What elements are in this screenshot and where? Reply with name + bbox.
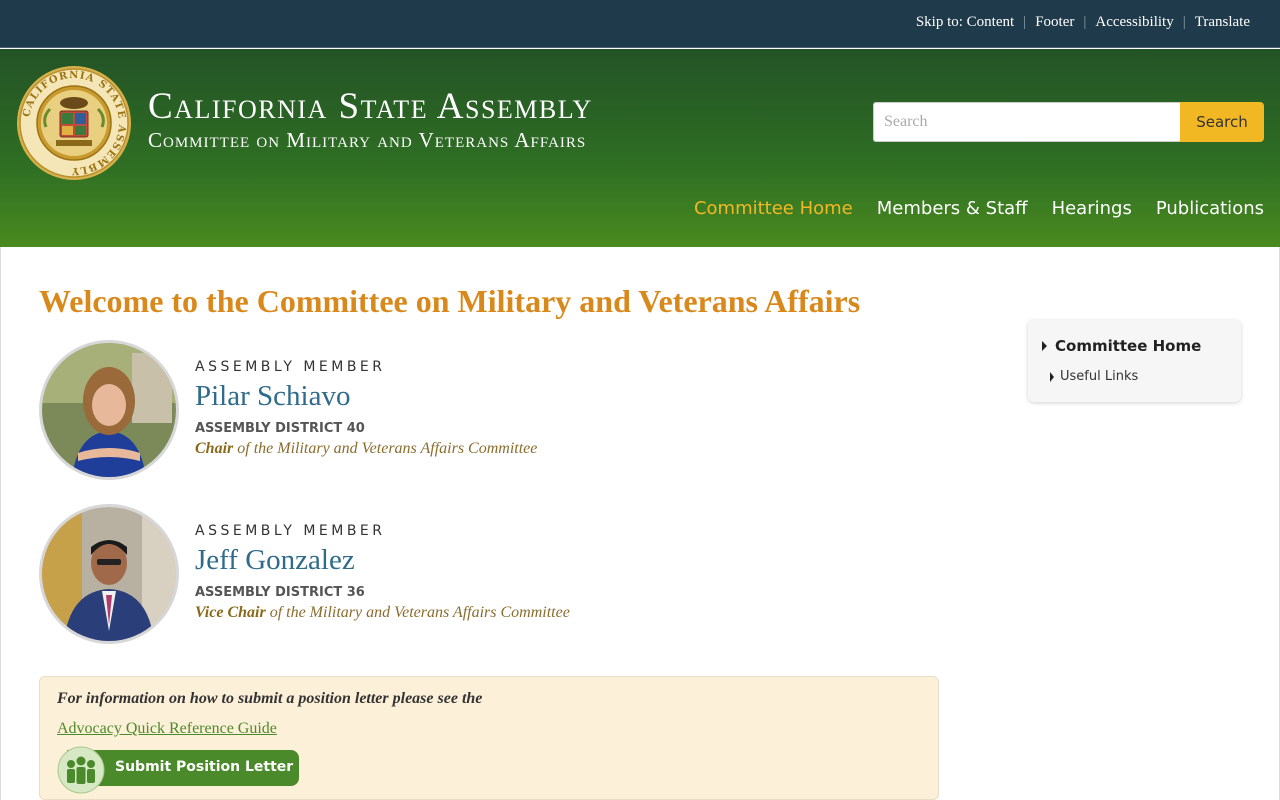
site-header: CALIFORNIA STATE ASSEMBLY California Sta…	[0, 49, 1280, 247]
sidebar-item-useful-links[interactable]: Useful Links	[1050, 369, 1138, 384]
member-role: ASSEMBLY MEMBER	[195, 523, 386, 539]
member-position-title: Vice Chair	[195, 604, 266, 621]
position-letter-info-text: For information on how to submit a posit…	[57, 690, 483, 707]
member-photo-image	[42, 343, 176, 477]
member-district: ASSEMBLY DISTRICT 40	[195, 421, 365, 436]
utility-bar: Skip to: Content | Footer | Accessibilit…	[0, 0, 1280, 48]
caret-right-icon	[1042, 341, 1047, 351]
separator: |	[1182, 14, 1186, 30]
nav-publications[interactable]: Publications	[1156, 198, 1264, 219]
member-position-suffix: of the Military and Veterans Affairs Com…	[265, 604, 570, 621]
submit-button-label: Submit Position Letter	[115, 759, 294, 775]
caret-right-icon	[1050, 371, 1054, 382]
member-card: ASSEMBLY MEMBER Pilar Schiavo ASSEMBLY D…	[39, 340, 739, 480]
member-photo[interactable]	[39, 340, 179, 480]
member-name[interactable]: Pilar Schiavo	[195, 380, 350, 413]
search-input[interactable]	[873, 102, 1180, 142]
separator: |	[1023, 14, 1027, 30]
member-position-suffix: of the Military and Veterans Affairs Com…	[233, 440, 538, 457]
main-navigation: Committee Home Members & Staff Hearings …	[694, 198, 1264, 219]
member-card: ASSEMBLY MEMBER Jeff Gonzalez ASSEMBLY D…	[39, 504, 739, 644]
utility-links: Skip to: Content | Footer | Accessibilit…	[916, 14, 1250, 31]
sidebar-item-committee-home[interactable]: Committee Home	[1042, 337, 1201, 355]
search-button[interactable]: Search	[1180, 102, 1264, 142]
member-photo[interactable]	[39, 504, 179, 644]
member-name[interactable]: Jeff Gonzalez	[195, 544, 355, 577]
nav-committee-home[interactable]: Committee Home	[694, 198, 853, 219]
member-position: Chair of the Military and Veterans Affai…	[195, 440, 537, 458]
search-form: Search	[873, 102, 1264, 142]
sidebar-item-label: Useful Links	[1060, 369, 1139, 384]
page-title: Welcome to the Committee on Military and…	[39, 283, 861, 319]
sidebar-item-label: Committee Home	[1055, 337, 1202, 355]
member-position: Vice Chair of the Military and Veterans …	[195, 604, 570, 622]
submit-position-letter-button[interactable]: Submit Position Letter	[57, 746, 299, 794]
member-role: ASSEMBLY MEMBER	[195, 359, 386, 375]
footer-link[interactable]: Footer	[1035, 14, 1074, 31]
member-position-title: Chair	[195, 440, 234, 457]
member-district: ASSEMBLY DISTRICT 36	[195, 585, 365, 600]
people-group-icon	[57, 746, 105, 794]
nav-hearings[interactable]: Hearings	[1052, 198, 1132, 219]
skip-to-content-link[interactable]: Skip to: Content	[916, 14, 1014, 31]
translate-link[interactable]: Translate	[1195, 14, 1250, 31]
assembly-seal-logo[interactable]: CALIFORNIA STATE ASSEMBLY	[16, 65, 132, 181]
advocacy-guide-link[interactable]: Advocacy Quick Reference Guide	[57, 720, 277, 738]
sidebar-menu: Committee Home Useful Links	[1028, 320, 1241, 402]
nav-members-staff[interactable]: Members & Staff	[877, 198, 1028, 219]
separator: |	[1083, 14, 1087, 30]
member-photo-image	[42, 507, 176, 641]
committee-subtitle: Committee on Military and Veterans Affai…	[148, 128, 587, 152]
accessibility-link[interactable]: Accessibility	[1095, 14, 1173, 31]
position-letter-info-box: For information on how to submit a posit…	[39, 676, 939, 800]
site-title[interactable]: California State Assembly	[148, 85, 593, 128]
